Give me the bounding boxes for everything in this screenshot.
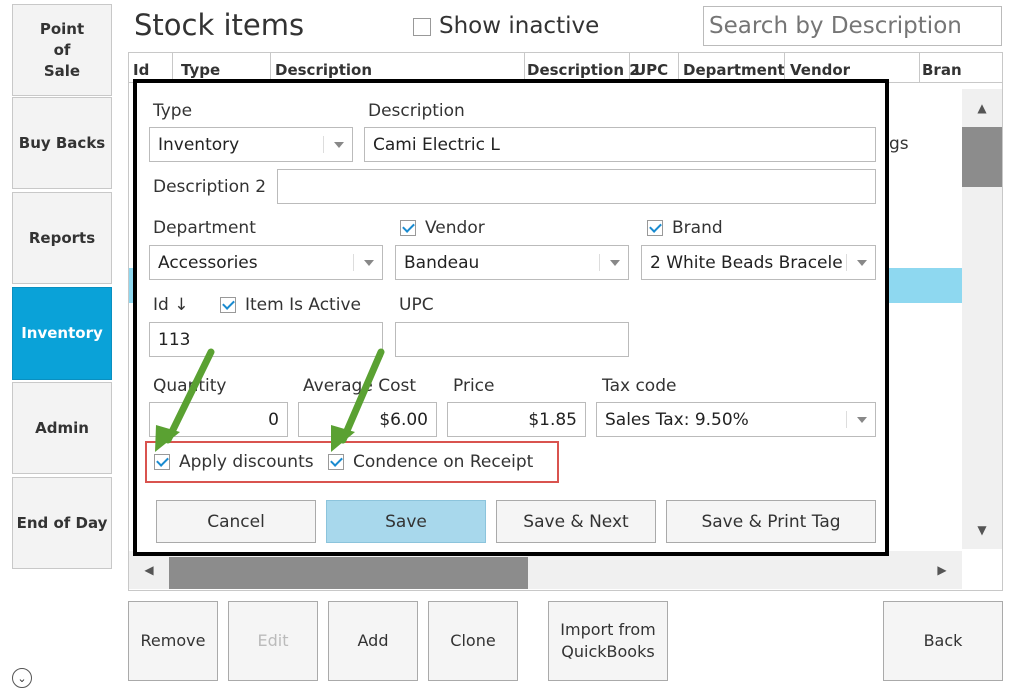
description-input[interactable]: Cami Electric L [364,127,876,162]
chevron-down-icon [857,416,867,423]
id-value: 113 [158,329,191,350]
column-header-vendor[interactable]: Vendor [790,61,850,79]
nav-inventory[interactable]: Inventory [12,287,112,380]
type-value: Inventory [158,134,240,155]
tax-code-label: Tax code [602,376,677,396]
nav-point-of-sale[interactable]: Point of Sale [12,4,112,96]
average-cost-value: $6.00 [379,409,428,430]
chevron-down-icon [334,141,344,148]
show-inactive-toggle[interactable]: Show inactive [413,13,599,39]
show-inactive-label: Show inactive [439,13,600,39]
nav-end-of-day[interactable]: End of Day [12,477,112,569]
upc-label: UPC [399,295,434,315]
column-header-description[interactable]: Description [275,61,372,79]
scroll-right-arrow-icon[interactable]: ▶ [922,551,962,589]
edit-item-dialog: Type Inventory Description Cami Electric… [133,79,889,556]
clone-button[interactable]: Clone [428,601,518,681]
expand-icon[interactable]: ⌄ [12,668,32,688]
brand-value: 2 White Beads Bracelet [650,252,843,273]
description2-input[interactable] [277,169,876,204]
vertical-scroll-thumb[interactable] [962,127,1002,187]
add-button[interactable]: Add [328,601,418,681]
back-button[interactable]: Back [883,601,1003,681]
type-select[interactable]: Inventory [149,127,353,162]
description-label: Description [368,101,465,121]
department-select[interactable]: Accessories [149,245,383,280]
column-header-type[interactable]: Type [181,61,220,79]
average-cost-input[interactable]: $6.00 [298,402,437,437]
id-label[interactable]: Id ↓ [153,295,188,315]
vendor-value: Bandeau [404,252,480,273]
description2-label: Description 2 [153,177,267,197]
chevron-down-icon [364,259,374,266]
column-header-department[interactable]: Department [683,61,785,79]
vendor-label: Vendor [425,218,485,238]
import-quickbooks-button[interactable]: Import from QuickBooks [548,601,668,681]
search-input[interactable] [703,6,1002,46]
id-input[interactable]: 113 [149,322,383,357]
column-header-description-2[interactable]: Description 2 [527,61,640,79]
price-value: $1.85 [528,409,577,430]
brand-select[interactable]: 2 White Beads Bracelet [641,245,876,280]
nav-admin[interactable]: Admin [12,382,112,474]
price-label: Price [453,376,495,396]
quantity-label: Quantity [153,376,227,396]
chevron-down-icon [610,259,620,266]
chevron-down-icon [857,259,867,266]
item-active-toggle[interactable]: Item Is Active [220,295,361,315]
average-cost-label: Average Cost [303,376,417,396]
nav-reports[interactable]: Reports [12,192,112,284]
cancel-button[interactable]: Cancel [156,500,316,543]
show-inactive-checkbox[interactable] [413,17,431,36]
save-print-tag-button[interactable]: Save & Print Tag [666,500,876,543]
item-active-checkbox[interactable] [220,297,236,313]
department-label: Department [153,218,256,238]
scroll-up-arrow-icon[interactable]: ▲ [962,89,1002,127]
quantity-value: 0 [268,409,279,430]
tax-code-value: Sales Tax: 9.50% [605,409,749,430]
column-header-brand[interactable]: Brand [922,61,962,79]
save-next-button[interactable]: Save & Next [496,500,656,543]
column-header-upc[interactable]: UPC [634,61,668,79]
vendor-toggle[interactable]: Vendor [400,218,485,238]
scroll-down-arrow-icon[interactable]: ▼ [962,511,1002,549]
department-value: Accessories [158,252,258,273]
type-label: Type [153,101,193,121]
annotation-highlight-box [145,441,559,483]
brand-checkbox[interactable] [647,220,663,236]
horizontal-scroll-thumb[interactable] [169,557,528,589]
description-value: Cami Electric L [373,134,500,155]
edit-button[interactable]: Edit [228,601,318,681]
item-active-label: Item Is Active [245,295,361,315]
page-title: Stock items [134,8,305,42]
column-header-id[interactable]: Id [133,61,149,79]
quantity-input[interactable]: 0 [149,402,288,437]
remove-button[interactable]: Remove [128,601,218,681]
scroll-left-arrow-icon[interactable]: ◀ [129,551,169,589]
price-input[interactable]: $1.85 [447,402,586,437]
brand-toggle[interactable]: Brand [647,218,723,238]
save-button[interactable]: Save [326,500,486,543]
vendor-select[interactable]: Bandeau [395,245,629,280]
brand-label: Brand [672,218,723,238]
grid-cell-partial: gs [889,134,909,154]
tax-code-select[interactable]: Sales Tax: 9.50% [596,402,876,437]
nav-buy-backs[interactable]: Buy Backs [12,97,112,189]
vendor-checkbox[interactable] [400,220,416,236]
upc-input[interactable] [395,322,629,357]
